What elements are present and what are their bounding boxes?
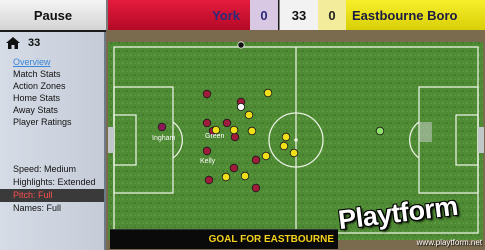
nav-overview[interactable]: Overview [0, 56, 104, 68]
nav-away-stats[interactable]: Away Stats [0, 104, 104, 116]
home-icon[interactable] [6, 37, 20, 49]
sidebar: 33 Overview Match Stats Action Zones Hom… [0, 32, 106, 250]
match-settings: Speed: Medium Highlights: Extended Pitch… [0, 163, 104, 215]
site-watermark: Playtform www.playtform.net [330, 191, 485, 250]
player-marker-away [261, 151, 271, 161]
home-team-name: York [108, 0, 250, 30]
player-marker-home [251, 155, 261, 165]
player-name-label: Green [205, 133, 225, 140]
watermark-url: www.playtform.net [416, 238, 482, 247]
ticker-text: GOAL FOR EASTBOURNE [208, 234, 334, 245]
nav-action-zones[interactable]: Action Zones [0, 80, 104, 92]
player-marker-home [204, 175, 214, 185]
watermark-logo: Playtform [336, 190, 460, 236]
player-marker-home [202, 89, 212, 99]
player-marker-away [289, 148, 299, 158]
ball-marker [236, 103, 245, 112]
commentary-ticker: GOAL FOR EASTBOURNE [110, 229, 338, 249]
player-marker-away [263, 88, 273, 98]
away-score: 0 [318, 0, 346, 30]
right-goal [478, 127, 484, 153]
match-minute: 33 [279, 0, 319, 30]
player-marker-away [240, 171, 250, 181]
scoreboard: Pause York 0 33 0 Eastbourne Boro [0, 0, 485, 30]
player-marker-home [251, 183, 261, 193]
player-marker-home [202, 118, 212, 128]
centre-spot [294, 138, 298, 142]
away-team-name: Eastbourne Boro [346, 0, 485, 30]
nav-match-stats[interactable]: Match Stats [0, 68, 104, 80]
setting-names[interactable]: Names: Full [0, 202, 104, 215]
setting-highlights[interactable]: Highlights: Extended [0, 176, 104, 189]
camera-marker [237, 41, 245, 49]
nav-home-stats[interactable]: Home Stats [0, 92, 104, 104]
player-marker-home [230, 132, 240, 142]
player-name-label: Kelly [200, 158, 216, 165]
player-marker-away [244, 110, 254, 120]
player-marker-away-gk [375, 126, 385, 136]
player-marker-away [279, 141, 289, 151]
player-marker-away [247, 126, 257, 136]
player-marker-away [229, 125, 239, 135]
player-marker-home [222, 118, 232, 128]
player-marker-home [202, 146, 212, 156]
player-marker-home-gk [157, 122, 167, 132]
player-marker-home [229, 163, 239, 173]
right-area-shade [419, 122, 432, 142]
player-marker-away [281, 132, 291, 142]
sidebar-minute: 33 [28, 37, 41, 49]
nav-player-ratings[interactable]: Player Ratings [0, 116, 104, 128]
setting-pitch[interactable]: Pitch: Full [0, 189, 104, 202]
player-name-label: Ingham [152, 135, 176, 142]
player-marker-away [221, 172, 231, 182]
pause-button[interactable]: Pause [0, 0, 108, 30]
left-goal [108, 127, 114, 153]
setting-speed[interactable]: Speed: Medium [0, 163, 104, 176]
sidebar-nav: Overview Match Stats Action Zones Home S… [0, 56, 104, 128]
home-score: 0 [250, 0, 278, 30]
sidebar-header: 33 [0, 32, 104, 54]
